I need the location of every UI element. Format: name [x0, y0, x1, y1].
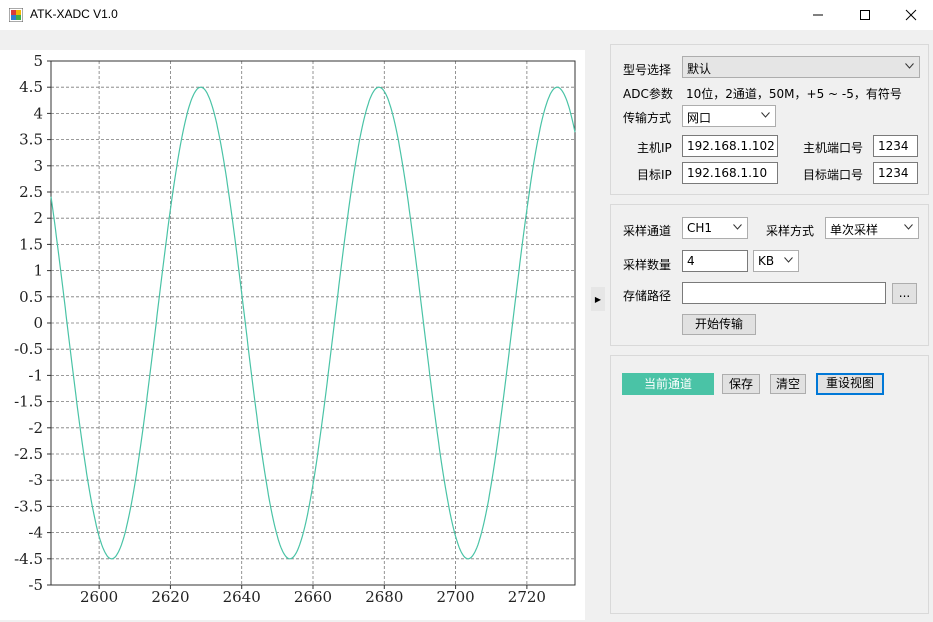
x-tick-label: 2700 — [436, 588, 474, 606]
host-port-label: 主机端口号 — [803, 141, 864, 155]
y-tick-label: -2.5 — [14, 445, 43, 463]
unit-select-value: KB — [758, 254, 775, 268]
count-value: 4 — [687, 254, 695, 268]
chevron-down-icon — [761, 112, 770, 118]
host-port-value: 1234 — [878, 139, 909, 153]
y-tick-label: 3 — [33, 157, 43, 175]
app-icon — [9, 8, 23, 22]
x-tick-label: 2620 — [151, 588, 189, 606]
close-button[interactable] — [888, 0, 933, 30]
mode-label: 采样方式 — [766, 224, 815, 238]
channel-select-value: CH1 — [687, 221, 713, 235]
target-ip-label: 目标IP — [637, 168, 672, 182]
y-tick-label: -5 — [28, 576, 43, 594]
host-ip-label: 主机IP — [637, 141, 672, 155]
x-tick-label: 2600 — [80, 588, 118, 606]
close-icon — [905, 9, 917, 21]
host-ip-input[interactable]: 192.168.1.102 — [682, 135, 778, 157]
x-tick-label: 2660 — [294, 588, 332, 606]
y-tick-label: -1 — [28, 366, 43, 384]
channel-label: 采样通道 — [623, 224, 672, 238]
y-tick-label: 2 — [33, 209, 43, 227]
start-transfer-button[interactable]: 开始传输 — [682, 314, 756, 335]
y-tick-label: -0.5 — [14, 340, 43, 358]
x-tick-label: 2720 — [508, 588, 546, 606]
target-port-input[interactable]: 1234 — [873, 162, 918, 184]
chevron-down-icon — [905, 63, 914, 69]
y-tick-label: -3.5 — [14, 497, 43, 515]
y-tick-label: -4 — [28, 524, 43, 542]
chevron-down-icon — [784, 257, 793, 263]
host-port-input[interactable]: 1234 — [873, 135, 918, 157]
y-tick-label: 0.5 — [19, 288, 43, 306]
connection-config-panel: 型号选择 默认 ADC参数 10位，2通道，50M，+5 ~ -5，有符号 传输… — [610, 44, 929, 195]
transfer-select-value: 网口 — [687, 111, 712, 125]
adc-params-value: 10位，2通道，50M，+5 ~ -5，有符号 — [686, 87, 902, 101]
y-tick-label: -2 — [28, 419, 43, 437]
transfer-label: 传输方式 — [623, 111, 672, 125]
chevron-down-icon — [904, 224, 913, 230]
minimize-icon — [813, 14, 823, 16]
y-tick-label: 1 — [33, 262, 43, 280]
adc-params-label: ADC参数 — [623, 87, 673, 101]
count-label: 采样数量 — [623, 258, 672, 272]
channel-select[interactable]: CH1 — [682, 217, 748, 239]
window-title: ATK-XADC V1.0 — [30, 7, 118, 21]
count-input[interactable]: 4 — [682, 250, 748, 272]
model-select[interactable]: 默认 — [682, 56, 920, 78]
y-tick-label: 5 — [33, 52, 43, 70]
waveform-chart[interactable]: 5 4.5 4 3.5 3 2.5 2 1.5 1 0.5 0 -0.5 -1 -1.5 -2 -2.5 -3 -… — [0, 50, 585, 620]
transfer-select[interactable]: 网口 — [682, 105, 776, 127]
chevron-down-icon — [733, 224, 742, 230]
maximize-icon — [860, 10, 870, 20]
y-tick-label: 3.5 — [19, 131, 43, 149]
x-tick-label: 2640 — [223, 588, 261, 606]
current-channel-button[interactable]: 当前通道 — [622, 373, 714, 395]
title-bar: ATK-XADC V1.0 — [0, 0, 933, 30]
y-tick-label: -1.5 — [14, 393, 43, 411]
y-tick-label: 0 — [33, 314, 43, 332]
target-port-value: 1234 — [878, 166, 909, 180]
mode-select-value: 单次采样 — [830, 223, 879, 237]
clear-button[interactable]: 清空 — [770, 374, 806, 394]
reset-view-button[interactable]: 重设视图 — [816, 373, 884, 395]
x-tick-label: 2680 — [365, 588, 403, 606]
actions-panel: 当前通道 保存 清空 重设视图 — [610, 355, 929, 614]
target-port-label: 目标端口号 — [803, 168, 864, 182]
y-tick-label: 4 — [33, 104, 43, 122]
browse-button[interactable]: ... — [892, 283, 917, 304]
y-tick-label: 1.5 — [19, 235, 43, 253]
save-button[interactable]: 保存 — [722, 374, 760, 394]
target-ip-value: 192.168.1.10 — [687, 166, 768, 180]
target-ip-input[interactable]: 192.168.1.10 — [682, 162, 778, 184]
panel-toggle-button[interactable]: ▶ — [591, 287, 605, 311]
model-select-value: 默认 — [687, 62, 712, 76]
waveform-chart-area[interactable]: 5 4.5 4 3.5 3 2.5 2 1.5 1 0.5 0 -0.5 -1 -1.5 -2 -2.5 -3 -… — [0, 50, 585, 620]
host-ip-value: 192.168.1.102 — [687, 139, 775, 153]
triangle-right-icon: ▶ — [594, 294, 602, 304]
unit-select[interactable]: KB — [753, 250, 799, 272]
path-label: 存储路径 — [623, 289, 672, 303]
maximize-button[interactable] — [842, 0, 888, 30]
mode-select[interactable]: 单次采样 — [825, 217, 919, 239]
minimize-button[interactable] — [795, 0, 841, 30]
y-tick-label: 2.5 — [19, 183, 43, 201]
sampling-panel: 采样通道 CH1 采样方式 单次采样 采样数量 4 KB 存储路径 ... 开始… — [610, 204, 929, 346]
model-label: 型号选择 — [623, 63, 672, 77]
path-input[interactable] — [682, 282, 886, 304]
y-tick-label: -3 — [28, 471, 43, 489]
y-tick-label: -4.5 — [14, 550, 43, 568]
y-tick-label: 4.5 — [19, 78, 43, 96]
